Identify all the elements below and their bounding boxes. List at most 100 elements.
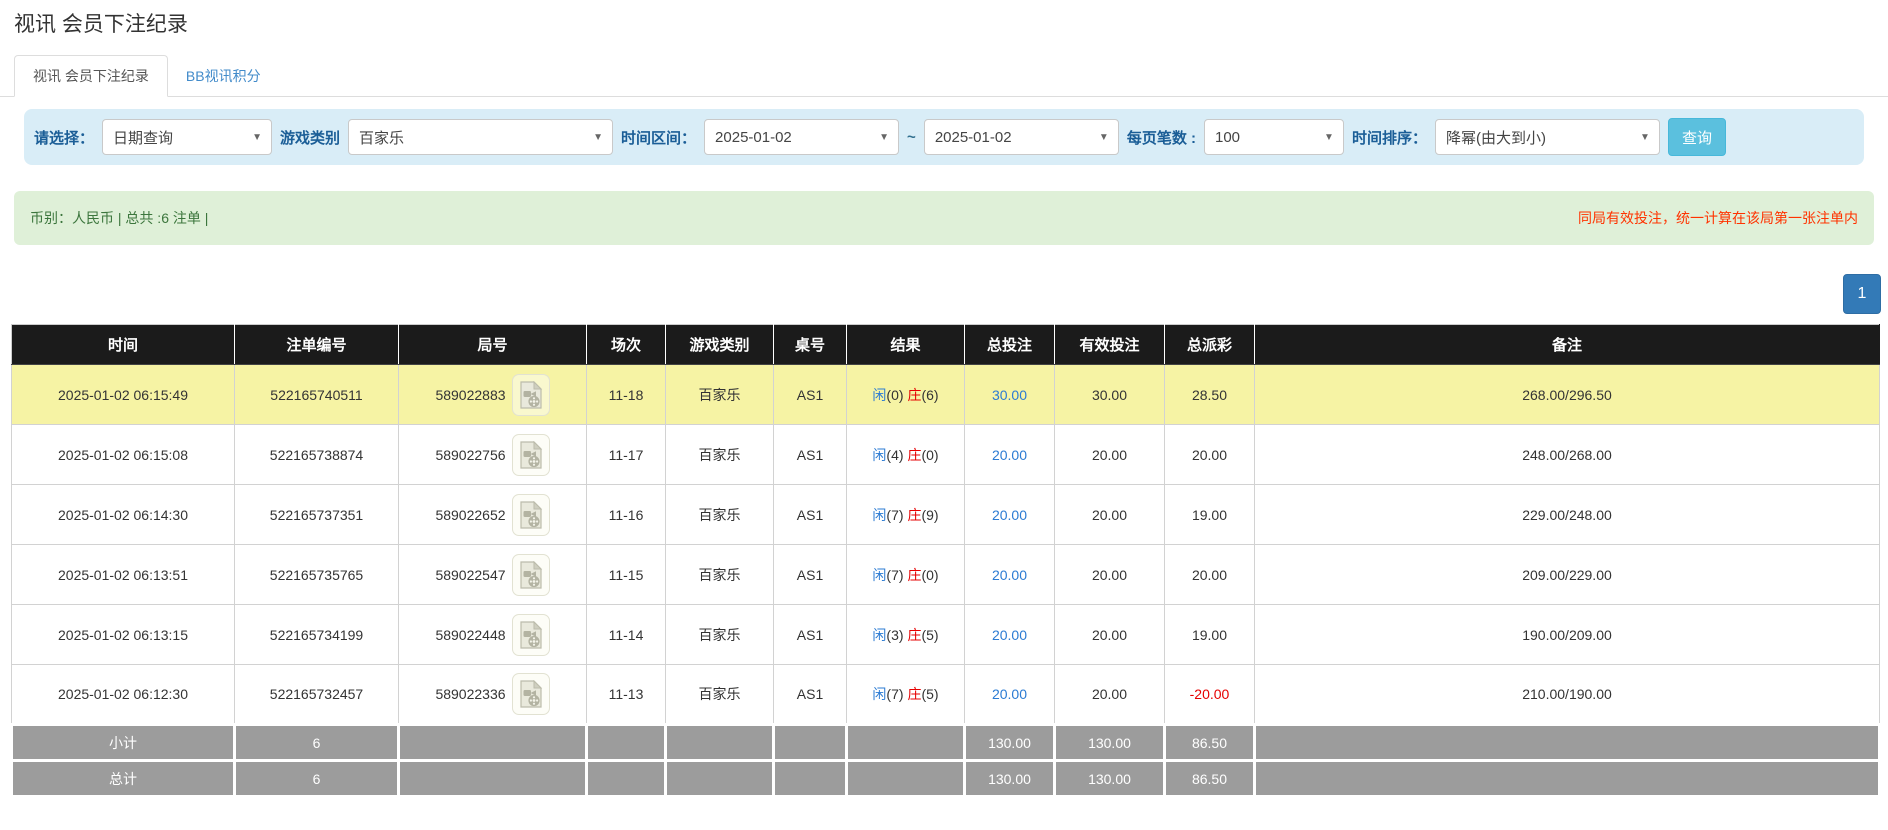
col-header-bet-id: 注单编号 bbox=[235, 325, 399, 365]
video-replay-button[interactable] bbox=[512, 494, 550, 536]
cell-result: 闲(7) 庄(9) bbox=[847, 485, 965, 545]
cell-round-id: 589022547 bbox=[399, 545, 587, 605]
cell-table-no: AS1 bbox=[774, 485, 847, 545]
cell-total-bet[interactable]: 20.00 bbox=[965, 545, 1055, 605]
tab-bar: 视讯 会员下注纪录 BB视讯积分 bbox=[0, 55, 1888, 97]
round-id-text: 589022652 bbox=[435, 507, 505, 523]
col-header-round-id: 局号 bbox=[399, 325, 587, 365]
same-round-notice-text: 同局有效投注，统一计算在该局第一张注单内 bbox=[1578, 208, 1858, 228]
chevron-down-icon: ▼ bbox=[1315, 132, 1343, 143]
page-size-dropdown[interactable]: 100 ▼ bbox=[1204, 119, 1344, 155]
time-sort-dropdown[interactable]: 降幂(由大到小) ▼ bbox=[1435, 119, 1660, 155]
round-id-text: 589022547 bbox=[435, 567, 505, 583]
cell-table-no: AS1 bbox=[774, 605, 847, 665]
cell-bet-id: 522165740511 bbox=[235, 365, 399, 425]
cell-result: 闲(0) 庄(6) bbox=[847, 365, 965, 425]
cell-valid-bet: 20.00 bbox=[1055, 665, 1165, 725]
table-row: 2025-01-02 06:14:30 522165737351 5890226… bbox=[12, 485, 1880, 545]
grand-total-row: 总计 6 130.00 130.00 86.50 bbox=[12, 761, 1880, 797]
cell-round-id: 589022756 bbox=[399, 425, 587, 485]
cell-result: 闲(3) 庄(5) bbox=[847, 605, 965, 665]
result-banker-label: 庄 bbox=[907, 567, 921, 583]
currency-total-text: 币别：人民币 | 总共 :6 注单 | bbox=[30, 208, 208, 228]
result-player-count: (7) bbox=[886, 567, 903, 583]
result-banker-label: 庄 bbox=[907, 447, 921, 463]
game-type-dropdown[interactable]: 百家乐 ▼ bbox=[348, 119, 613, 155]
select-type-label: 请选择： bbox=[34, 127, 94, 148]
video-file-icon bbox=[519, 441, 543, 469]
cell-total-bet[interactable]: 20.00 bbox=[965, 485, 1055, 545]
grand-total-count: 6 bbox=[235, 761, 399, 797]
video-replay-button[interactable] bbox=[512, 434, 550, 476]
table-row: 2025-01-02 06:15:49 522165740511 5890228… bbox=[12, 365, 1880, 425]
table-header: 时间 注单编号 局号 场次 游戏类别 桌号 结果 总投注 有效投注 总派彩 备注 bbox=[12, 325, 1880, 365]
cell-table-no: AS1 bbox=[774, 665, 847, 725]
subtotal-valid-bet: 130.00 bbox=[1055, 725, 1165, 761]
result-player-count: (7) bbox=[886, 686, 903, 702]
cell-bet-id: 522165737351 bbox=[235, 485, 399, 545]
col-header-table-no: 桌号 bbox=[774, 325, 847, 365]
filter-bar: 请选择： 日期查询 ▼ 游戏类别 百家乐 ▼ 时间区间： 2025-01-02 … bbox=[24, 109, 1864, 165]
tab-bb-video-points[interactable]: BB视讯积分 bbox=[168, 56, 279, 96]
result-banker-count: (6) bbox=[921, 387, 938, 403]
tab-video-bet-records[interactable]: 视讯 会员下注纪录 bbox=[14, 55, 168, 97]
time-sort-label: 时间排序： bbox=[1352, 127, 1427, 148]
date-to-dropdown[interactable]: 2025-01-02 ▼ bbox=[924, 119, 1119, 155]
video-file-icon bbox=[519, 680, 543, 708]
video-replay-button[interactable] bbox=[512, 374, 550, 416]
cell-game-type: 百家乐 bbox=[666, 545, 774, 605]
chevron-down-icon: ▼ bbox=[1090, 132, 1118, 143]
result-player-label: 闲 bbox=[872, 447, 886, 463]
result-banker-label: 庄 bbox=[907, 387, 921, 403]
cell-bet-id: 522165735765 bbox=[235, 545, 399, 605]
cell-total-bet[interactable]: 20.00 bbox=[965, 425, 1055, 485]
page-size-label: 每页笔数 : bbox=[1127, 127, 1196, 148]
page-1-button[interactable]: 1 bbox=[1843, 274, 1881, 314]
cell-game-type: 百家乐 bbox=[666, 425, 774, 485]
cell-time: 2025-01-02 06:14:30 bbox=[12, 485, 235, 545]
cell-total-bet[interactable]: 20.00 bbox=[965, 605, 1055, 665]
time-sort-value: 降幂(由大到小) bbox=[1446, 127, 1546, 148]
cell-total-bet[interactable]: 20.00 bbox=[965, 665, 1055, 725]
result-banker-count: (9) bbox=[921, 507, 938, 523]
result-banker-count: (5) bbox=[921, 686, 938, 702]
cell-payout: -20.00 bbox=[1165, 665, 1255, 725]
date-to-value: 2025-01-02 bbox=[935, 129, 1012, 146]
game-type-value: 百家乐 bbox=[359, 127, 404, 148]
round-id-text: 589022448 bbox=[435, 627, 505, 643]
page-size-value: 100 bbox=[1215, 129, 1240, 146]
cell-remark: 229.00/248.00 bbox=[1255, 485, 1880, 545]
cell-payout: 20.00 bbox=[1165, 425, 1255, 485]
grand-total-payout: 86.50 bbox=[1165, 761, 1255, 797]
result-player-count: (7) bbox=[886, 507, 903, 523]
subtotal-label: 小计 bbox=[12, 725, 235, 761]
page-root: 视讯 会员下注纪录 视讯 会员下注纪录 BB视讯积分 请选择： 日期查询 ▼ 游… bbox=[0, 0, 1888, 830]
col-header-remark: 备注 bbox=[1255, 325, 1880, 365]
round-id-text: 589022883 bbox=[435, 387, 505, 403]
video-replay-button[interactable] bbox=[512, 554, 550, 596]
result-player-label: 闲 bbox=[872, 627, 886, 643]
subtotal-count: 6 bbox=[235, 725, 399, 761]
video-file-icon bbox=[519, 621, 543, 649]
grand-total-valid-bet: 130.00 bbox=[1055, 761, 1165, 797]
subtotal-total-bet: 130.00 bbox=[965, 725, 1055, 761]
subtotal-payout: 86.50 bbox=[1165, 725, 1255, 761]
round-id-text: 589022756 bbox=[435, 447, 505, 463]
result-player-label: 闲 bbox=[872, 387, 886, 403]
col-header-game-type: 游戏类别 bbox=[666, 325, 774, 365]
grand-total-label: 总计 bbox=[12, 761, 235, 797]
cell-valid-bet: 20.00 bbox=[1055, 545, 1165, 605]
query-type-dropdown[interactable]: 日期查询 ▼ bbox=[102, 119, 272, 155]
video-replay-button[interactable] bbox=[512, 673, 550, 715]
subtotal-row: 小计 6 130.00 130.00 86.50 bbox=[12, 725, 1880, 761]
cell-round-id: 589022336 bbox=[399, 665, 587, 725]
result-banker-label: 庄 bbox=[907, 507, 921, 523]
col-header-session: 场次 bbox=[587, 325, 666, 365]
table-row: 2025-01-02 06:13:15 522165734199 5890224… bbox=[12, 605, 1880, 665]
cell-total-bet[interactable]: 30.00 bbox=[965, 365, 1055, 425]
date-from-dropdown[interactable]: 2025-01-02 ▼ bbox=[704, 119, 899, 155]
search-button[interactable]: 查询 bbox=[1668, 118, 1726, 156]
result-player-count: (4) bbox=[886, 447, 903, 463]
cell-session: 11-15 bbox=[587, 545, 666, 605]
video-replay-button[interactable] bbox=[512, 614, 550, 656]
